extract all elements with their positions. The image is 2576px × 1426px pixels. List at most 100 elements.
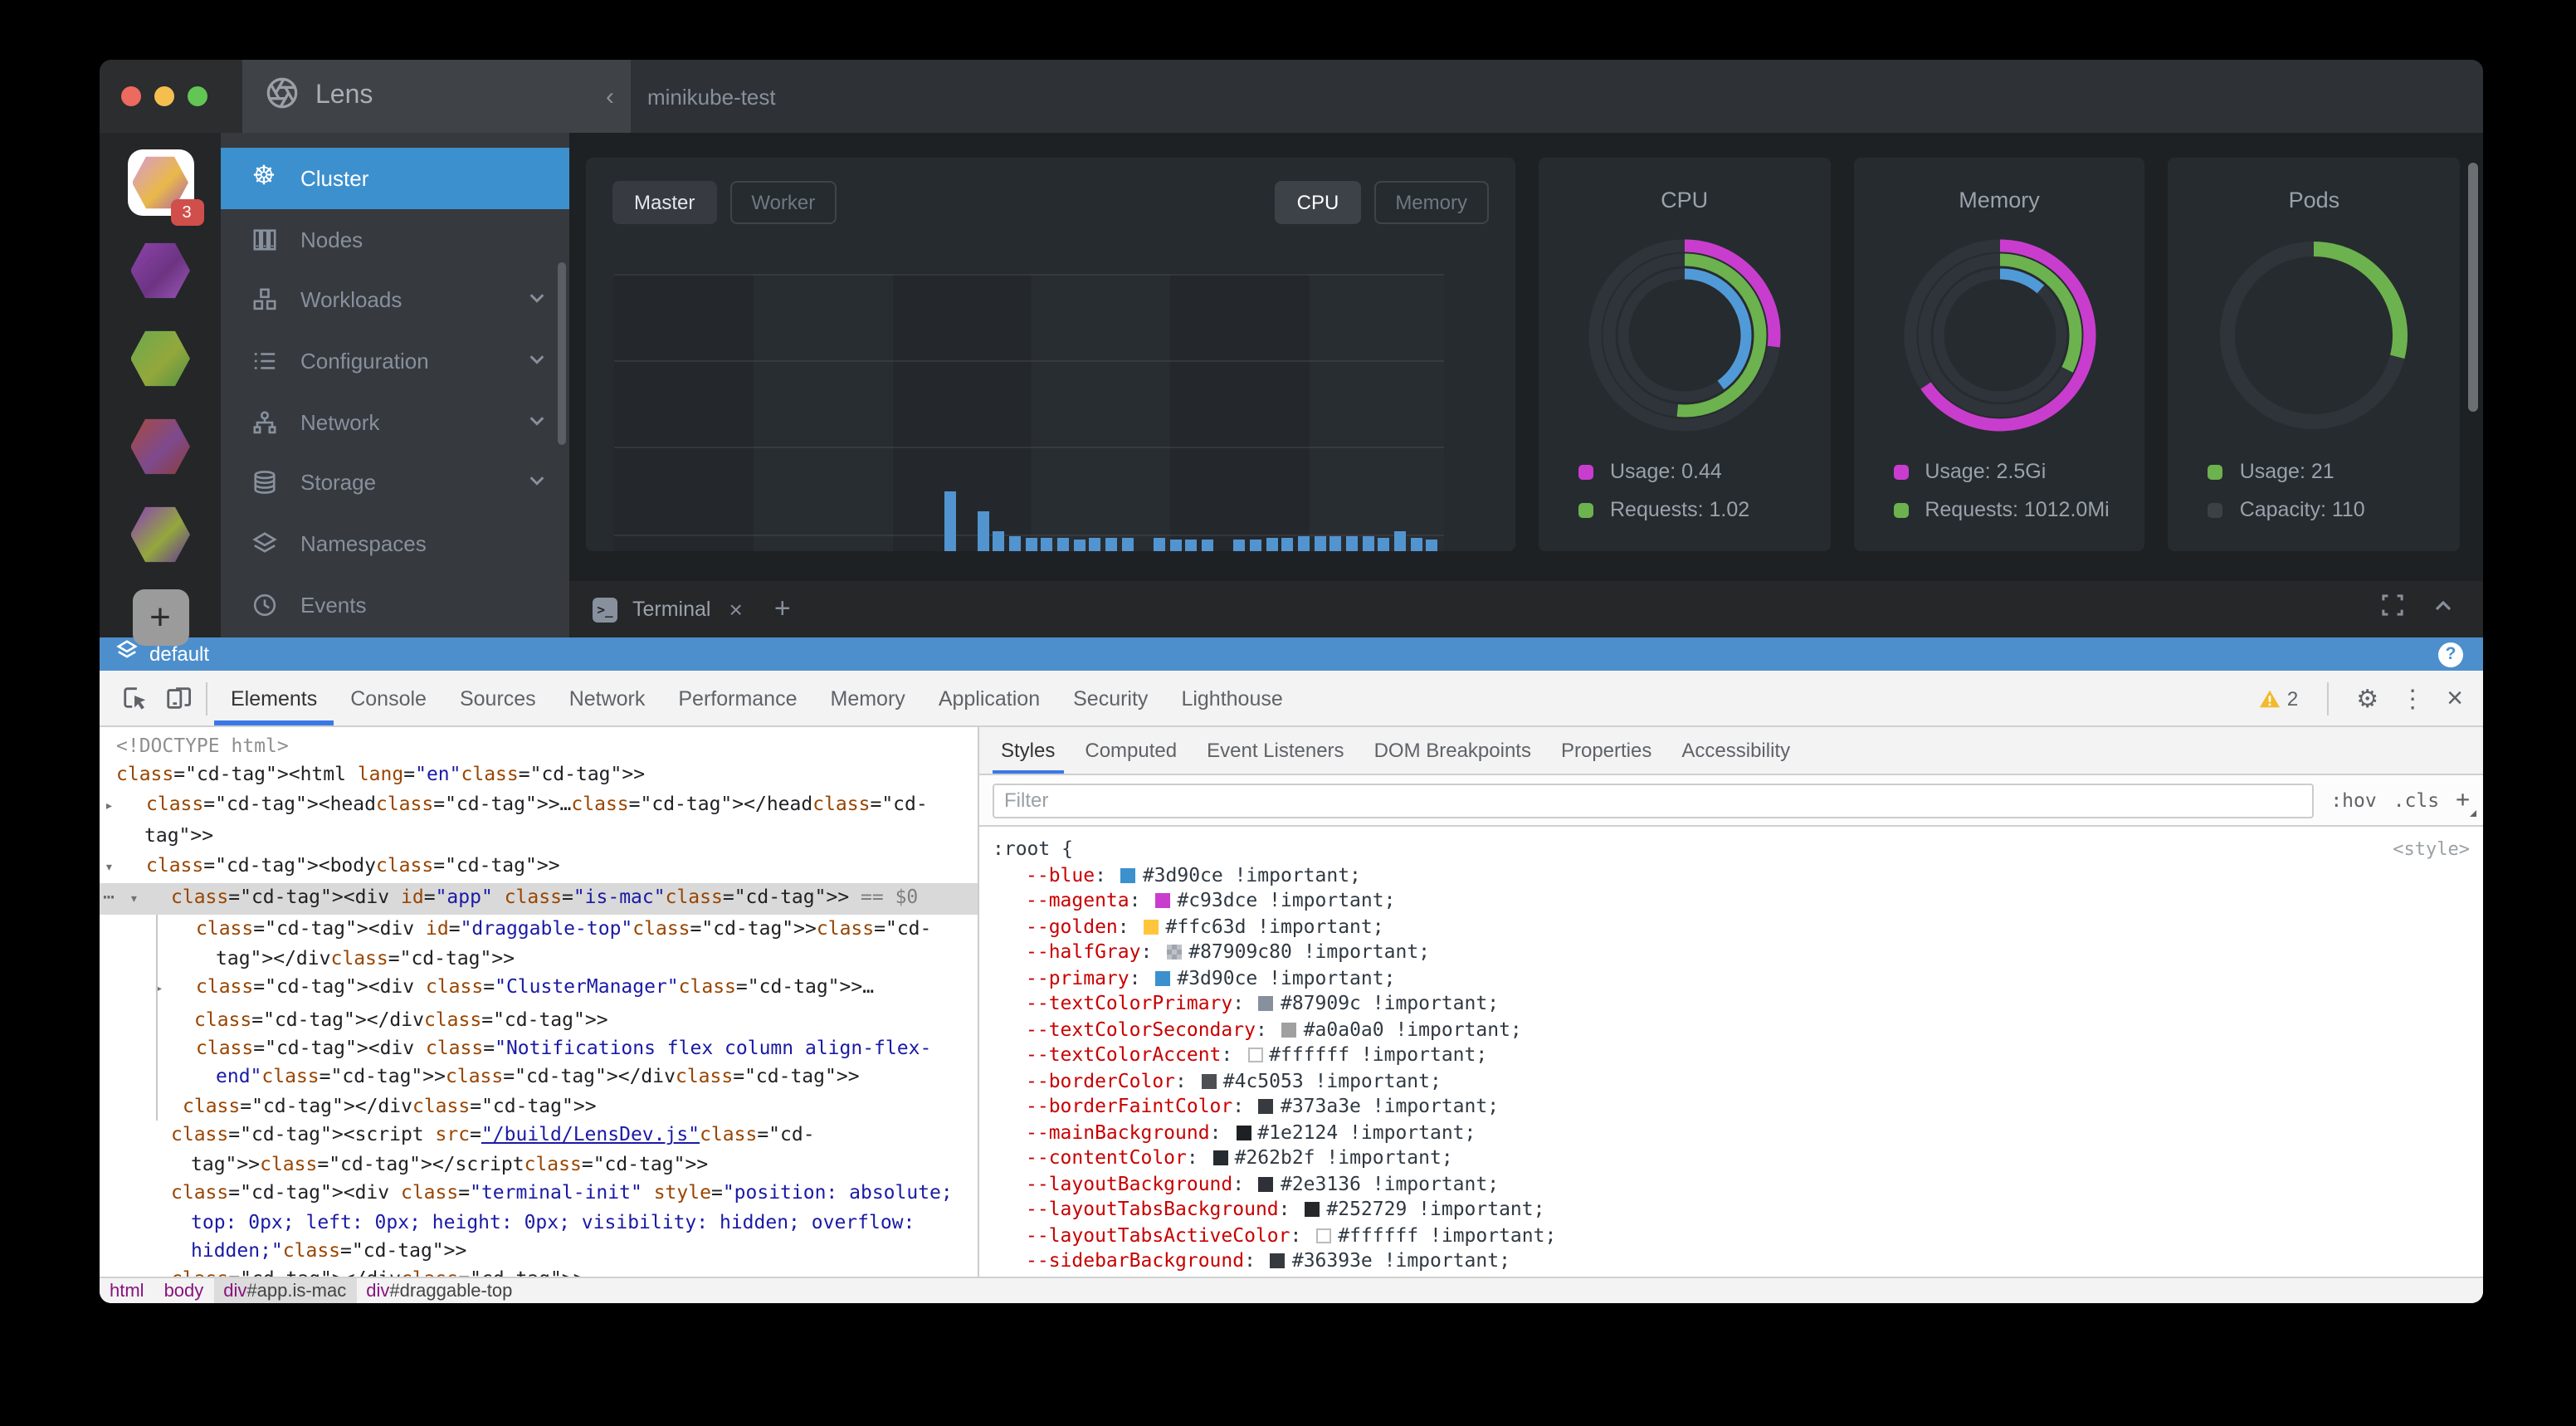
sidebar-item-cluster[interactable]: ☸Cluster	[221, 148, 569, 208]
tab-metric-cpu[interactable]: CPU	[1276, 181, 1361, 224]
devtools-tab-memory[interactable]: Memory	[814, 671, 922, 725]
rail-cluster-green[interactable]	[127, 325, 193, 392]
css-property-value[interactable]: #2e3136 !important;	[1281, 1171, 1499, 1194]
dom-node-line[interactable]: <!DOCTYPE html>	[100, 732, 978, 761]
breadcrumb-html[interactable]: html	[100, 1278, 154, 1303]
dom-node-line[interactable]: class="cd-tag"><script src="/build/LensD…	[100, 1121, 978, 1179]
breadcrumb-divappis-mac[interactable]: div#app.is-mac	[213, 1278, 356, 1303]
new-style-rule-button[interactable]: +	[2456, 787, 2470, 813]
css-property-row[interactable]: --contentColor: #262b2f !important;	[993, 1145, 2470, 1171]
breadcrumb-body[interactable]: body	[154, 1278, 214, 1303]
terminal-close-icon[interactable]: ×	[729, 596, 743, 623]
color-swatch[interactable]	[1282, 1022, 1297, 1037]
color-swatch[interactable]	[1259, 996, 1274, 1011]
css-property-value[interactable]: #ffc63d !important;	[1166, 914, 1384, 937]
css-property-row[interactable]: --layoutBackground: #2e3136 !important;	[993, 1171, 2470, 1197]
css-property-name[interactable]: --contentColor	[1026, 1145, 1187, 1169]
tab-metric-memory[interactable]: Memory	[1373, 181, 1489, 224]
css-property-name[interactable]: --halfGray	[1026, 940, 1141, 963]
css-property-value[interactable]: #3d90ce !important;	[1177, 965, 1395, 989]
css-property-value[interactable]: #36393e !important;	[1292, 1248, 1510, 1272]
css-property-name[interactable]: --blue	[1026, 862, 1095, 886]
rail-cluster-violet[interactable]	[127, 501, 193, 568]
css-property-name[interactable]: --layoutTabsActiveColor	[1026, 1223, 1290, 1246]
css-property-row[interactable]: --primary: #3d90ce !important;	[993, 965, 2470, 991]
sidebar-item-network[interactable]: Network	[221, 392, 569, 452]
css-property-value[interactable]: #252729 !important;	[1326, 1197, 1544, 1220]
css-property-value[interactable]: #3d90ce !important;	[1143, 862, 1361, 886]
devtools-tab-security[interactable]: Security	[1056, 671, 1164, 725]
dom-node-line[interactable]: class="cd-tag"></divclass="cd-tag">>	[100, 1092, 978, 1121]
chevron-down-icon[interactable]	[528, 409, 546, 434]
css-property-row[interactable]: --sidebarBackground: #36393e !important;	[993, 1248, 2470, 1274]
color-swatch[interactable]	[1202, 1073, 1217, 1088]
tab-node-master[interactable]: Master	[612, 181, 716, 224]
css-property-value[interactable]: #ffffff !important;	[1338, 1223, 1556, 1246]
css-property-name[interactable]: --layoutTabsBackground	[1026, 1197, 1279, 1220]
sidebar-item-storage[interactable]: Storage	[221, 452, 569, 513]
devtools-close-icon[interactable]: ×	[2447, 681, 2463, 715]
dom-node-line[interactable]: class="cd-tag"><div class="Notifications…	[100, 1034, 978, 1092]
styles-tab-event-listeners[interactable]: Event Listeners	[1192, 727, 1359, 774]
devtools-menu-icon[interactable]: ⋮	[2400, 683, 2425, 713]
css-property-row[interactable]: --mainBackground: #1e2124 !important;	[993, 1120, 2470, 1145]
css-property-value[interactable]: #373a3e !important;	[1281, 1094, 1499, 1117]
dom-node-line[interactable]: class="cd-tag"><html lang="en"class="cd-…	[100, 761, 978, 790]
css-property-name[interactable]: --layoutBackground	[1026, 1171, 1232, 1194]
color-swatch[interactable]	[1121, 867, 1136, 882]
css-property-name[interactable]: --magenta	[1026, 888, 1129, 911]
zoom-window-button[interactable]	[188, 86, 207, 106]
css-property-value[interactable]: #87909c !important;	[1281, 991, 1499, 1014]
css-property-value[interactable]: #4c5053 !important;	[1223, 1068, 1442, 1091]
devtools-tab-lighthouse[interactable]: Lighthouse	[1164, 671, 1299, 725]
css-property-row[interactable]: --layoutTabsBackground: #252729 !importa…	[993, 1197, 2470, 1223]
css-property-value[interactable]: #ffffff !important;	[1269, 1043, 1487, 1066]
css-property-row[interactable]: --borderFaintColor: #373a3e !important;	[993, 1094, 2470, 1120]
dom-node-line[interactable]: ▸class="cd-tag"><div class="ClusterManag…	[100, 974, 978, 1035]
color-swatch[interactable]	[1259, 1099, 1274, 1114]
css-selector[interactable]: :root {	[993, 837, 2393, 862]
devtools-tab-console[interactable]: Console	[334, 671, 443, 725]
chevron-down-icon[interactable]	[528, 287, 546, 312]
css-property-name[interactable]: --primary	[1026, 965, 1129, 989]
device-toolbar-icon[interactable]	[156, 676, 199, 720]
content-scrollbar[interactable]	[2468, 163, 2478, 412]
css-property-value[interactable]: #a0a0a0 !important;	[1304, 1017, 1522, 1040]
css-property-row[interactable]: --golden: #ffc63d !important;	[993, 914, 2470, 940]
devtools-settings-icon[interactable]: ⚙	[2356, 683, 2378, 713]
styles-tab-accessibility[interactable]: Accessibility	[1666, 727, 1805, 774]
minimize-window-button[interactable]	[154, 86, 174, 106]
css-property-row[interactable]: --textColorAccent: #ffffff !important;	[993, 1043, 2470, 1068]
dom-node-line[interactable]: ▾class="cd-tag"><div id="app" class="is-…	[100, 883, 978, 916]
css-property-name[interactable]: --golden	[1026, 914, 1118, 937]
chevron-down-icon[interactable]	[528, 471, 546, 496]
color-swatch[interactable]	[1213, 1150, 1228, 1165]
devtools-tab-performance[interactable]: Performance	[661, 671, 813, 725]
css-property-name[interactable]: --textColorSecondary	[1026, 1017, 1256, 1040]
css-property-row[interactable]: --magenta: #c93dce !important;	[993, 888, 2470, 914]
css-property-name[interactable]: --textColorPrimary	[1026, 991, 1232, 1014]
css-property-value[interactable]: #1e2124 !important;	[1257, 1120, 1476, 1143]
add-cluster-button[interactable]: +	[132, 589, 188, 646]
namespace-label[interactable]: default	[149, 642, 209, 666]
dom-node-line[interactable]: ▾class="cd-tag"><bodyclass="cd-tag">>	[100, 851, 978, 883]
breadcrumb-divdraggable-top[interactable]: div#draggable-top	[356, 1278, 522, 1303]
styles-tab-dom-breakpoints[interactable]: DOM Breakpoints	[1359, 727, 1546, 774]
toggle-hover-state-button[interactable]: :hov	[2330, 789, 2376, 812]
dom-node-line[interactable]: class="cd-tag"><div class="terminal-init…	[100, 1179, 978, 1265]
help-button[interactable]: ?	[2438, 642, 2463, 667]
inspect-element-icon[interactable]	[113, 676, 156, 720]
devtools-tab-elements[interactable]: Elements	[214, 671, 334, 725]
styles-tab-properties[interactable]: Properties	[1546, 727, 1666, 774]
css-property-row[interactable]: --blue: #3d90ce !important;	[993, 862, 2470, 888]
color-swatch[interactable]	[1259, 1176, 1274, 1191]
dom-node-line[interactable]: class="cd-tag"></divclass="cd-tag">>	[100, 1266, 978, 1277]
color-swatch[interactable]	[1144, 919, 1159, 934]
styles-tab-computed[interactable]: Computed	[1070, 727, 1192, 774]
devtools-tab-application[interactable]: Application	[922, 671, 1056, 725]
terminal-collapse-icon[interactable]	[2433, 594, 2453, 624]
element-classes-button[interactable]: .cls	[2393, 789, 2439, 812]
sidebar-item-configuration[interactable]: Configuration	[221, 330, 569, 391]
color-swatch[interactable]	[1155, 970, 1170, 985]
css-property-row[interactable]: --layoutTabsActiveColor: #ffffff !import…	[993, 1223, 2470, 1248]
